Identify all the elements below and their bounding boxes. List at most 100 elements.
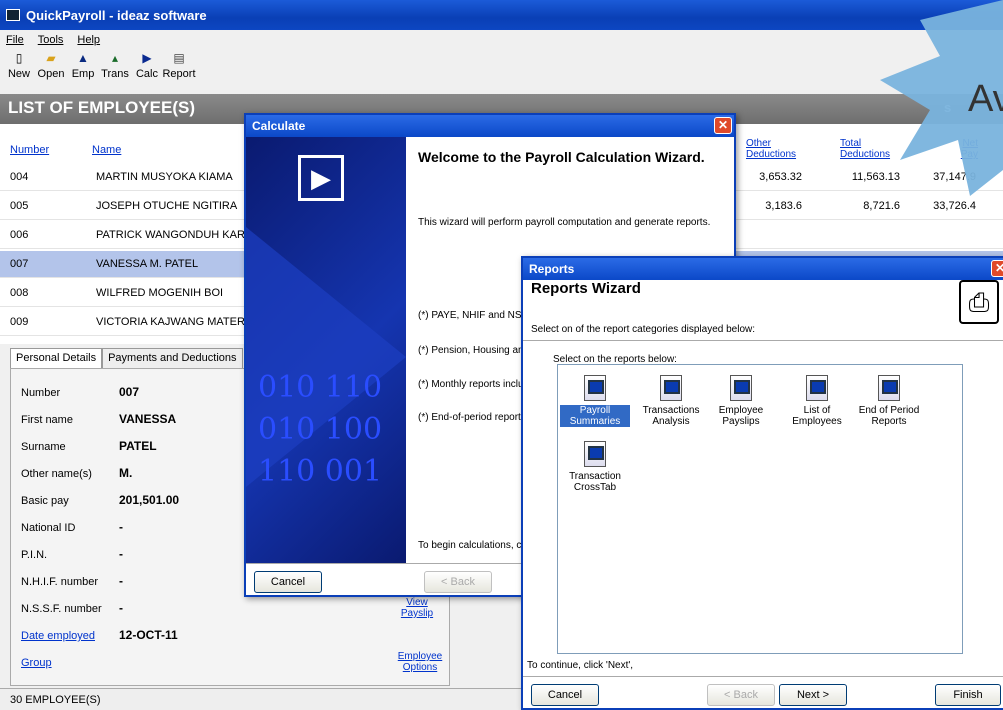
person-icon: ▲	[77, 51, 89, 65]
reports-title-bar: Reports ✕	[523, 258, 1003, 280]
detail-label: First name	[21, 414, 73, 426]
report-transaction-crosstab[interactable]: Transaction CrossTab	[560, 441, 630, 493]
reports-subtitle: Select on of the report categories displ…	[531, 324, 756, 335]
divider	[523, 340, 1003, 341]
detail-value: -	[119, 601, 123, 615]
binary-art: 010 110 010 100 110 001	[258, 370, 383, 489]
cell-number: 008	[10, 287, 29, 299]
wizard-banner: ▶ 010 110 010 100 110 001	[246, 137, 406, 563]
reports-heading: Reports Wizard	[531, 280, 641, 297]
cell-number: 007	[10, 258, 29, 270]
play-icon: ▶	[142, 51, 152, 65]
printer-icon: ▤	[173, 51, 185, 65]
detail-value: -	[119, 574, 123, 588]
report-button[interactable]: ▤ Report	[162, 51, 195, 92]
menu-bar: File Tools Help	[0, 34, 1003, 50]
reports-title: Reports	[529, 262, 575, 276]
calc-bullet-2: (*) Pension, Housing and	[418, 345, 530, 356]
detail-value: 007	[119, 385, 140, 399]
app-title: QuickPayroll - ideaz software	[26, 7, 207, 23]
reports-continue: To continue, click 'Next',	[527, 660, 634, 671]
calc-back-button[interactable]: < Back	[424, 571, 492, 593]
reports-list: Payroll Summaries Transactions Analysis …	[557, 364, 963, 654]
corner-overlay	[880, 0, 1003, 196]
employee-options-link[interactable]: Employee Options	[395, 651, 445, 673]
detail-label[interactable]: Group	[21, 657, 52, 669]
new-button[interactable]: ▯ New	[6, 52, 32, 92]
app-icon	[6, 9, 20, 21]
menu-help[interactable]: Help	[77, 34, 100, 50]
menu-tools[interactable]: Tools	[38, 34, 64, 50]
detail-value: 12-OCT-11	[119, 628, 178, 642]
printer-icon: ⎙	[959, 280, 999, 324]
report-list-of-employees[interactable]: List of Employees	[782, 375, 852, 427]
transaction-icon: ▴	[111, 51, 119, 65]
detail-value: -	[119, 520, 123, 534]
close-icon[interactable]: ✕	[991, 260, 1003, 277]
cell-name: WILFRED MOGENIH BOI	[96, 287, 224, 299]
tab-personal-details[interactable]: Personal Details	[10, 348, 103, 370]
calculate-title-bar: Calculate ✕	[246, 115, 734, 137]
report-payroll-summaries[interactable]: Payroll Summaries	[560, 375, 630, 427]
cell-number: 006	[10, 229, 29, 241]
detail-label: Other name(s)	[21, 468, 92, 480]
corner-text: Av	[968, 78, 1003, 120]
col-number[interactable]: Number	[10, 144, 49, 156]
col-other-deductions[interactable]: Other Deductions	[746, 138, 796, 160]
calc-bullet-3: (*) Monthly reports includ	[418, 379, 530, 390]
calc-heading: Welcome to the Payroll Calculation Wizar…	[418, 149, 705, 165]
cell-name: MARTIN MUSYOKA KIAMA	[96, 171, 233, 183]
detail-label: N.H.I.F. number	[21, 576, 99, 588]
open-button[interactable]: ▰ Open	[38, 51, 65, 92]
cell-other-deductions: 3,653.32	[759, 171, 802, 183]
detail-label: Surname	[21, 441, 66, 453]
divider	[523, 676, 1003, 677]
report-transactions-analysis[interactable]: Transactions Analysis	[636, 375, 706, 427]
reports-back-button[interactable]: < Back	[707, 684, 775, 706]
toolbar: ▯ New ▰ Open ▲ Emp ▴ Trans ▶ Calc ▤ Report	[0, 52, 1003, 92]
close-icon[interactable]: ✕	[714, 117, 732, 134]
calc-button[interactable]: ▶ Calc	[134, 52, 160, 92]
folder-icon: ▰	[46, 51, 56, 65]
detail-label[interactable]: Date employed	[21, 630, 95, 642]
menu-file[interactable]: File	[6, 34, 24, 50]
report-icon	[878, 375, 900, 401]
detail-label: N.S.S.F. number	[21, 603, 102, 615]
detail-tabs: Personal Details Payments and Deductions	[10, 348, 243, 370]
view-payslip-link[interactable]: View Payslip	[397, 597, 437, 619]
new-icon: ▯	[15, 51, 23, 65]
cell-number: 005	[10, 200, 29, 212]
report-employee-payslips[interactable]: Employee Payslips	[706, 375, 776, 427]
cell-name: PATRICK WANGONDUH KARA	[96, 229, 253, 241]
calc-bullet-4: (*) End-of-period reports c	[418, 412, 534, 423]
detail-value: 201,501.00	[119, 493, 180, 507]
calc-footer: To begin calculations, c	[418, 540, 522, 551]
reports-dialog: Reports ✕ Reports Wizard ⎙ Select on of t…	[521, 256, 1003, 710]
detail-label: P.I.N.	[21, 549, 48, 561]
calc-intro: This wizard will perform payroll computa…	[418, 217, 711, 228]
play-icon: ▶	[298, 155, 344, 201]
report-icon	[584, 441, 606, 467]
calculate-title: Calculate	[252, 119, 306, 133]
detail-value: VANESSA	[119, 412, 177, 426]
calc-cancel-button[interactable]: Cancel	[254, 571, 322, 593]
detail-value: -	[119, 547, 123, 561]
detail-value: PATEL	[119, 439, 157, 453]
detail-value: M.	[119, 466, 133, 480]
tab-payments-deductions[interactable]: Payments and Deductions	[102, 348, 243, 370]
col-name[interactable]: Name	[92, 144, 121, 156]
detail-label: Basic pay	[21, 495, 69, 507]
calc-bullet-1: (*) PAYE, NHIF and NSS	[418, 310, 529, 321]
report-end-of-period[interactable]: End of Period Reports	[854, 375, 924, 427]
reports-cancel-button[interactable]: Cancel	[531, 684, 599, 706]
trans-button[interactable]: ▴ Trans	[101, 51, 129, 92]
cell-other-deductions: 3,183.6	[765, 200, 802, 212]
cell-number: 009	[10, 316, 29, 328]
emp-button[interactable]: ▲ Emp	[70, 52, 96, 92]
reports-finish-button[interactable]: Finish	[935, 684, 1001, 706]
detail-label: Number	[21, 387, 61, 399]
report-icon	[806, 375, 828, 401]
cell-name: JOSEPH OTUCHE NGITIRA	[96, 200, 238, 212]
detail-label: National ID	[21, 522, 76, 534]
reports-next-button[interactable]: Next >	[779, 684, 847, 706]
